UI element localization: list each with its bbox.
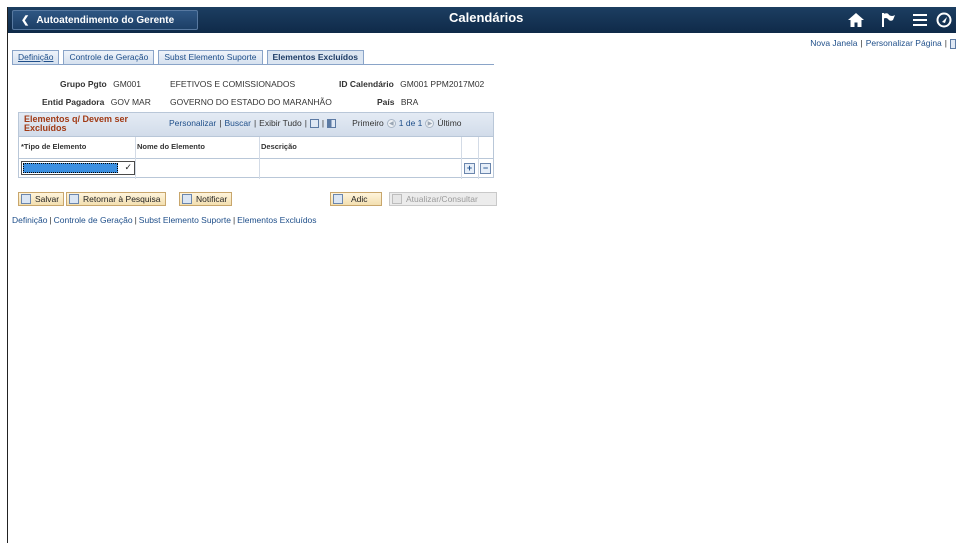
separator: | [219,118,222,128]
delete-row-button[interactable]: − [480,163,491,174]
chevron-down-icon: ✓ [124,162,132,172]
tab-label: Controle de Geração [69,52,149,62]
save-icon [21,194,31,204]
separator: | [253,118,257,128]
bottom-page-links: Definição | Controle de Geração | Subst Elem… [12,215,317,225]
field-entid-pagadora: Entid Pagadora GOV MAR [42,97,151,107]
new-window-link[interactable]: Nova Janela [810,38,857,48]
column-header-tipo-elemento: *Tipo de Elemento [21,142,87,151]
tab-controle-geracao[interactable]: Controle de Geração [63,50,155,64]
save-button-label: Salvar [35,194,60,204]
separator: | [860,38,863,48]
grupo-pgto-value: GM001 [113,79,141,89]
grid-title: Elementos q/ Devem ser Excluídos [24,114,129,133]
excluded-elements-grid: Elementos q/ Devem ser Excluídos Persona… [18,112,494,179]
previous-row-icon[interactable]: ◀ [386,118,396,128]
separator: | [304,118,307,128]
separator: | [944,38,947,48]
notify-button-label: Notificar [196,194,228,204]
link-definicao[interactable]: Definição [12,215,47,225]
update-icon [392,194,402,204]
tab-subst-elemento-suporte[interactable]: Subst Elemento Suporte [158,50,263,64]
grid-column-headers: *Tipo de Elemento Nome do Elemento Descr… [19,137,493,159]
help-icon[interactable] [950,38,956,49]
grid-header: Elementos q/ Devem ser Excluídos Persona… [19,113,493,137]
tab-definicao[interactable]: Definição [12,50,60,64]
link-elementos-excluidos[interactable]: Elementos Excluídos [237,215,316,225]
field-id-calendario: ID Calendário GM001 PPM2017M02 [339,79,484,89]
tipo-elemento-select[interactable]: ✓ [21,161,135,175]
add-button[interactable]: Adic [330,192,382,206]
grid-personalize-link[interactable]: Personalizar [169,118,216,128]
column-divider [135,137,136,179]
top-navigation-bar: ❮ Autoatendimento do Gerente Calendários [8,7,956,33]
entid-pagadora-description: GOVERNO DO ESTADO DO MARANHÃO [170,97,332,107]
link-subst-elemento-suporte[interactable]: Subst Elemento Suporte [139,215,231,225]
save-button[interactable]: Salvar [18,192,65,206]
tab-divider [12,64,494,65]
grid-view-all[interactable]: Exibir Tudo [259,118,302,128]
tab-label: Definição [18,52,54,62]
column-header-descricao: Descrição [261,142,297,151]
grid-first-label: Primeiro [352,118,384,128]
grupo-pgto-label: Grupo Pgto [60,79,107,89]
add-icon [333,194,343,204]
pais-label: País [377,97,395,107]
download-grid-icon[interactable] [327,118,337,128]
utility-links: Nova Janela | Personalizar Página | [810,38,956,49]
entid-pagadora-label: Entid Pagadora [42,97,105,107]
field-pais: País BRA [377,97,418,107]
zoom-grid-icon[interactable] [309,118,319,128]
grupo-pgto-description: EFETIVOS E COMISSIONADOS [170,79,296,89]
chevron-left-icon: ❮ [21,14,30,26]
personalize-page-link[interactable]: Personalizar Página [866,38,942,48]
grid-row-range: 1 de 1 [398,118,423,128]
return-button-label: Retornar à Pesquisa [83,194,161,204]
column-divider [478,137,479,179]
update-display-button: Atualizar/Consultar [389,192,497,206]
notify-icon [182,194,192,204]
tab-label: Subst Elemento Suporte [164,52,257,62]
select-highlight [23,163,118,173]
grid-search-link[interactable]: Buscar [224,118,250,128]
column-divider [259,137,260,179]
page-tabs: Definição Controle de Geração Subst Elem… [12,50,368,64]
home-icon[interactable] [840,7,872,33]
tab-elementos-excluidos[interactable]: Elementos Excluídos [266,50,364,64]
tab-label: Elementos Excluídos [272,52,359,62]
notify-button[interactable]: Notificar [179,192,233,206]
grid-navigation: Personalizar | Buscar | Exibir Tudo | | … [169,118,462,128]
menu-icon[interactable] [904,7,936,33]
grid-last-label: Último [437,118,462,128]
left-border [7,7,8,543]
id-calendario-label: ID Calendário [339,79,394,89]
column-divider [461,137,462,179]
id-calendario-value: GM001 PPM2017M02 [400,79,485,89]
page-title: Calendários [449,10,524,25]
update-button-label: Atualizar/Consultar [406,194,478,204]
entid-pagadora-value: GOV MAR [110,97,151,107]
next-row-icon[interactable]: ▶ [425,118,435,128]
back-button[interactable]: ❮ Autoatendimento do Gerente [12,10,198,30]
column-header-nome-elemento: Nome do Elemento [137,142,205,151]
add-button-label: Adic [351,194,368,204]
flag-icon[interactable] [872,7,904,33]
link-controle-geracao[interactable]: Controle de Geração [54,215,133,225]
separator: | [321,118,325,128]
pais-value: BRA [400,97,419,107]
back-button-label: Autoatendimento do Gerente [36,14,175,26]
header-actions [840,7,956,33]
add-row-button[interactable]: + [464,163,475,174]
navbar-icon[interactable] [936,7,956,33]
return-to-search-button[interactable]: Retornar à Pesquisa [66,192,166,206]
field-grupo-pgto: Grupo Pgto GM001 [60,79,141,89]
return-icon [69,194,79,204]
